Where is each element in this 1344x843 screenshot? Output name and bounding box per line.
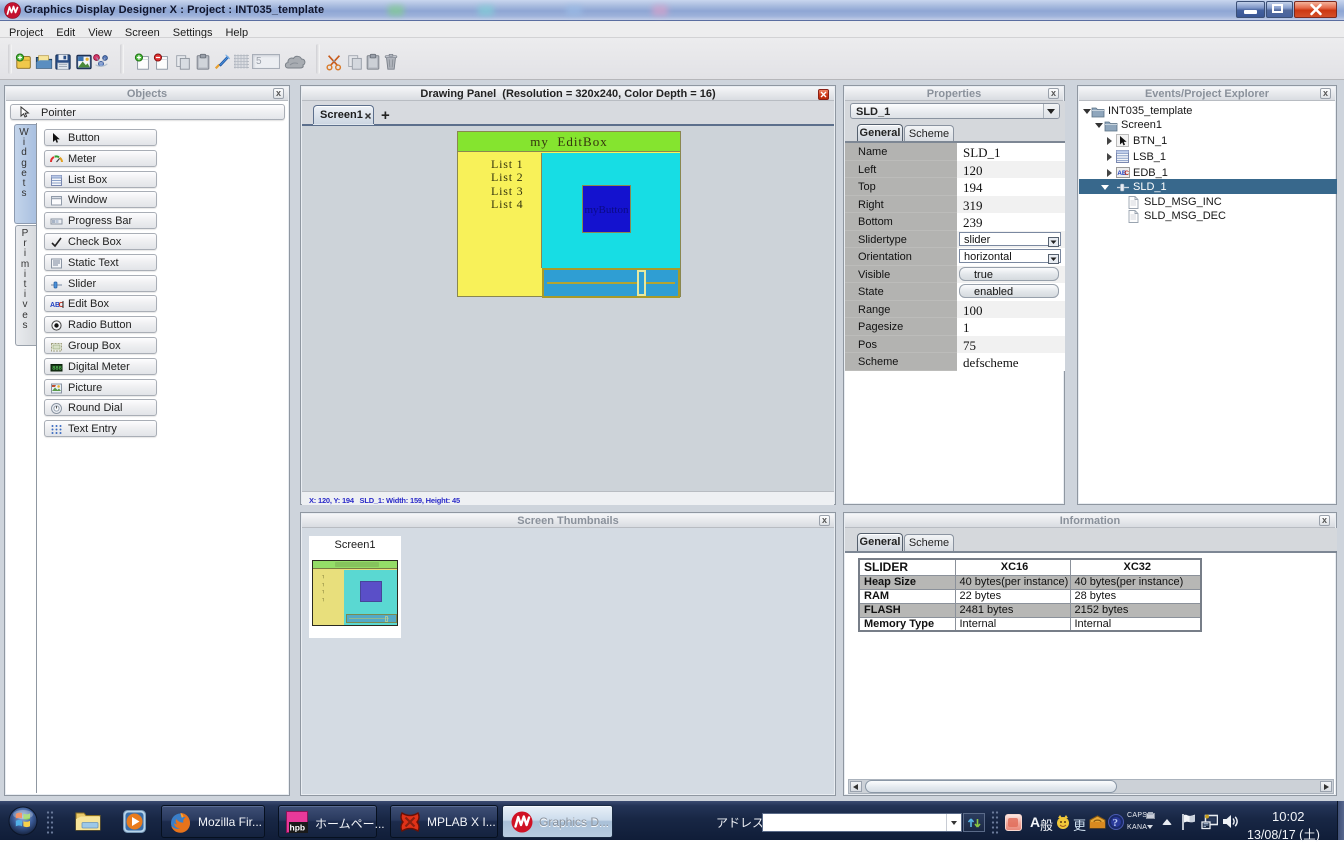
svg-text:C: C [1124, 170, 1129, 177]
svg-text:hpb: hpb [290, 823, 306, 833]
svg-text:888: 888 [52, 366, 62, 372]
svg-text:?: ? [1113, 817, 1119, 829]
